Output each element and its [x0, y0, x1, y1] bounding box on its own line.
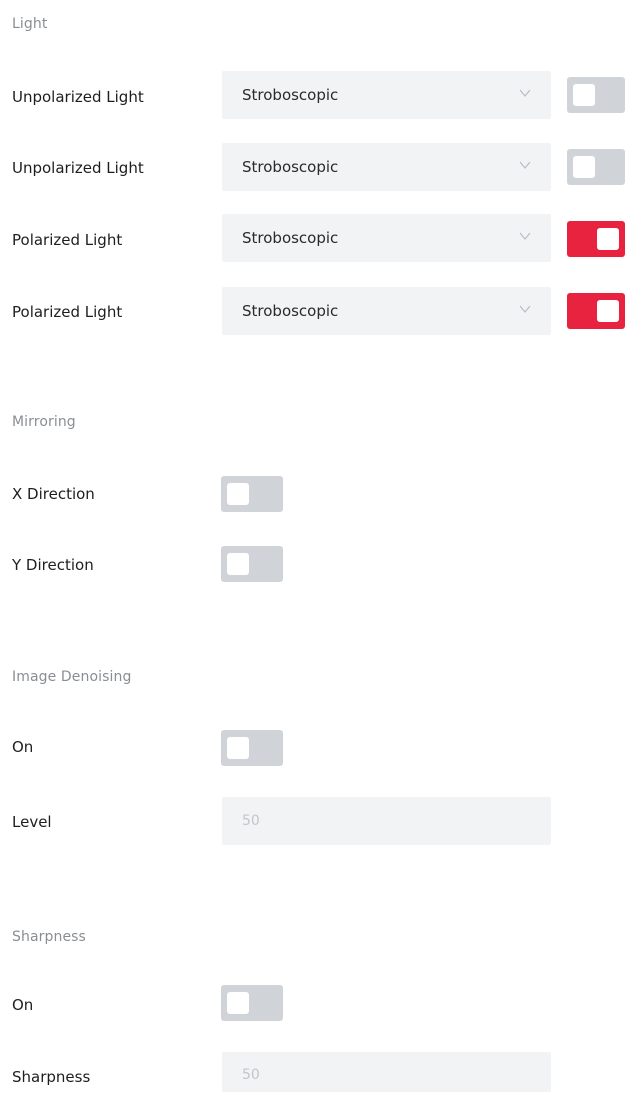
toggle-knob — [227, 553, 249, 575]
light-row-1-toggle[interactable] — [567, 77, 625, 113]
toggle-knob — [573, 84, 595, 106]
light-row-3-toggle[interactable] — [567, 221, 625, 257]
sharpness-value: 50 — [242, 1067, 260, 1083]
toggle-knob — [573, 156, 595, 178]
light-row-1-label: Unpolarized Light — [12, 88, 144, 106]
sharpness-on-label: On — [12, 996, 34, 1014]
denoising-level-label: Level — [12, 813, 52, 831]
sharpness-value-input: 50 — [222, 1052, 551, 1092]
light-row-2-mode-select[interactable]: Stroboscopic — [222, 143, 551, 191]
light-row-2-mode-value: Stroboscopic — [242, 158, 339, 176]
denoising-on-toggle[interactable] — [221, 730, 283, 766]
light-row-4-mode-select[interactable]: Stroboscopic — [222, 287, 551, 335]
toggle-knob — [227, 737, 249, 759]
denoising-on-label: On — [12, 738, 34, 756]
light-row-4-mode-value: Stroboscopic — [242, 302, 339, 320]
light-row-1-mode-select[interactable]: Stroboscopic — [222, 71, 551, 119]
chevron-down-icon — [519, 305, 531, 313]
chevron-down-icon — [519, 232, 531, 240]
light-row-3-mode-select[interactable]: Stroboscopic — [222, 214, 551, 262]
y-direction-toggle[interactable] — [221, 546, 283, 582]
section-title-sharpness: Sharpness — [12, 929, 86, 945]
section-title-light: Light — [12, 16, 48, 32]
x-direction-label: X Direction — [12, 485, 95, 503]
toggle-knob — [597, 228, 619, 250]
light-row-1-mode-value: Stroboscopic — [242, 86, 339, 104]
light-row-3-mode-value: Stroboscopic — [242, 229, 339, 247]
toggle-knob — [597, 300, 619, 322]
denoising-level-value: 50 — [242, 813, 260, 829]
sharpness-on-toggle[interactable] — [221, 985, 283, 1021]
chevron-down-icon — [519, 161, 531, 169]
section-title-image-denoising: Image Denoising — [12, 669, 132, 685]
chevron-down-icon — [519, 89, 531, 97]
light-row-2-toggle[interactable] — [567, 149, 625, 185]
light-row-3-label: Polarized Light — [12, 231, 123, 249]
denoising-level-input: 50 — [222, 797, 551, 845]
toggle-knob — [227, 483, 249, 505]
light-row-2-label: Unpolarized Light — [12, 159, 144, 177]
toggle-knob — [227, 992, 249, 1014]
x-direction-toggle[interactable] — [221, 476, 283, 512]
section-title-mirroring: Mirroring — [12, 414, 76, 430]
y-direction-label: Y Direction — [12, 556, 94, 574]
light-row-4-toggle[interactable] — [567, 293, 625, 329]
light-row-4-label: Polarized Light — [12, 303, 123, 321]
sharpness-value-label: Sharpness — [12, 1068, 91, 1086]
